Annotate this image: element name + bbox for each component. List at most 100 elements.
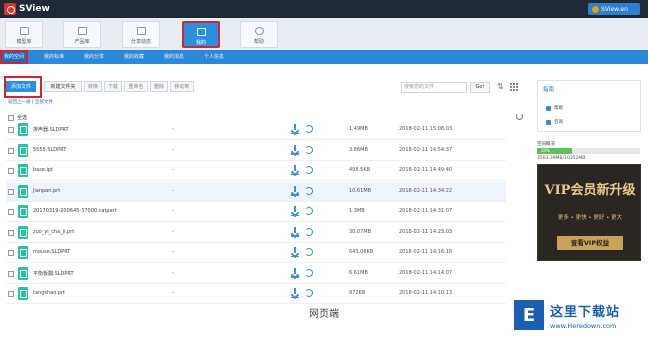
row-checkbox[interactable] bbox=[8, 188, 14, 195]
row-checkbox[interactable] bbox=[8, 127, 14, 133]
convert-icon[interactable] bbox=[305, 207, 313, 215]
row-checkbox[interactable] bbox=[8, 270, 14, 277]
file-size: 1.3MB bbox=[349, 208, 365, 214]
search-input[interactable]: 搜索您的文件 bbox=[401, 82, 467, 93]
subnav-my-messages[interactable]: 我的消息 bbox=[164, 50, 184, 64]
app-logo[interactable]: SView bbox=[4, 3, 50, 15]
tab-share-feed[interactable]: 分享动态 bbox=[122, 21, 160, 48]
convert-icon[interactable] bbox=[305, 145, 313, 154]
consult-icon bbox=[546, 119, 551, 125]
download-icon[interactable] bbox=[291, 165, 299, 175]
subnav-my-favorites[interactable]: 我的收藏 bbox=[124, 50, 144, 64]
breadcrumb-back-link[interactable]: 返回上一级 bbox=[8, 100, 31, 105]
convert-icon[interactable] bbox=[305, 125, 313, 133]
table-row[interactable]: tangshao.prt - 972KB 2018-02-11 14:10:13 bbox=[6, 284, 506, 304]
file-name[interactable]: 20170319-200645-37000.catpart bbox=[33, 208, 117, 214]
tab-mine[interactable]: 我的 bbox=[182, 21, 220, 48]
file-name[interactable]: 平衡板翻.SLDPRT bbox=[33, 270, 74, 277]
row-checkbox[interactable] bbox=[8, 229, 14, 236]
vip-banner[interactable]: VIP会员新升级 更多 • 更快 • 更好 • 更大 查看VIP权益 bbox=[537, 164, 641, 261]
file-icon bbox=[18, 143, 28, 157]
guide-item-consult[interactable]: 咨询 bbox=[546, 119, 563, 125]
download-icon[interactable] bbox=[291, 206, 299, 216]
table-row[interactable]: base.ipt - 498.5KB 2018-02-11 14:49:40 bbox=[6, 161, 506, 181]
row-checkbox[interactable] bbox=[8, 147, 14, 154]
download-icon[interactable] bbox=[291, 124, 299, 134]
table-row[interactable]: 20170319-200645-37000.catpart - 1.3MB 2018-… bbox=[6, 202, 506, 222]
user-menu-button[interactable]: SView.en bbox=[588, 3, 640, 15]
subnav-profile[interactable]: 个人信息 bbox=[204, 50, 224, 64]
avatar bbox=[592, 5, 599, 13]
table-row[interactable]: 5555.SLDPRT - 3.86MB 2018-02-11 14:54:37 bbox=[6, 141, 506, 161]
convert-icon[interactable] bbox=[305, 289, 313, 297]
download-icon[interactable] bbox=[291, 226, 299, 237]
row-checkbox[interactable] bbox=[8, 168, 14, 174]
upload-file-button[interactable]: 添加文件 bbox=[6, 81, 36, 92]
rename-button[interactable]: 重命名 bbox=[124, 81, 148, 92]
file-name[interactable]: 5555.SLDPRT bbox=[33, 147, 66, 153]
file-size: 6.61MB bbox=[349, 269, 368, 276]
row-checkbox[interactable] bbox=[8, 291, 14, 297]
file-name[interactable]: 排声器.SLDPRT bbox=[33, 126, 69, 133]
table-row[interactable]: 排声器.SLDPRT - 1.49MB 2018-02-11 15:08:03 bbox=[6, 120, 506, 140]
download-icon[interactable] bbox=[291, 267, 299, 278]
download-button[interactable]: 下载 bbox=[104, 81, 122, 92]
convert-icon[interactable] bbox=[305, 186, 313, 195]
convert-icon[interactable] bbox=[305, 227, 313, 236]
file-name[interactable]: mouse.SLDPRT bbox=[33, 249, 70, 255]
download-icon[interactable] bbox=[291, 144, 299, 155]
file-date: 2018-02-11 14:34:22 bbox=[399, 187, 453, 194]
download-icon[interactable] bbox=[291, 185, 299, 196]
breadcrumb-all-files-link[interactable]: 全部文件 bbox=[35, 100, 53, 105]
search-go-button[interactable]: Go! bbox=[470, 82, 490, 93]
delete-button[interactable]: 删除 bbox=[150, 81, 168, 92]
file-dash: - bbox=[172, 146, 174, 153]
tab-product-library[interactable]: 产品库 bbox=[63, 21, 101, 48]
download-icon[interactable] bbox=[291, 247, 299, 257]
file-name[interactable]: zuo_yi_cha_ji.prt bbox=[33, 229, 74, 235]
file-date: 2018-02-11 14:49:40 bbox=[399, 167, 453, 173]
file-name[interactable]: tangshao.prt bbox=[33, 290, 65, 296]
tab-help[interactable]: 帮助 bbox=[240, 21, 278, 48]
file-name[interactable]: jianpan.prt bbox=[33, 188, 60, 194]
row-checkbox[interactable] bbox=[8, 209, 14, 215]
help-icon bbox=[546, 105, 551, 111]
sview-logo-icon bbox=[4, 3, 16, 15]
convert-icon[interactable] bbox=[305, 166, 313, 174]
tab-model-library[interactable]: 模型库 bbox=[5, 21, 43, 48]
tab-label: 模型库 bbox=[16, 39, 32, 45]
file-name[interactable]: base.ipt bbox=[33, 167, 53, 173]
move-button[interactable]: 移动到 bbox=[170, 81, 194, 92]
file-icon bbox=[18, 246, 28, 259]
table-row[interactable]: zuo_yi_cha_ji.prt - 30.07MB 2018-02-11 14:2… bbox=[6, 223, 506, 243]
convert-icon[interactable] bbox=[305, 248, 313, 256]
file-size: 3.86MB bbox=[349, 146, 368, 153]
table-row[interactable]: jianpan.prt - 10.61MB 2018-02-11 14:34:22 bbox=[6, 181, 506, 202]
file-icon bbox=[18, 266, 28, 280]
file-size: 10.61MB bbox=[349, 187, 372, 194]
sort-icon[interactable]: ⇅ bbox=[497, 82, 505, 93]
file-date: 2018-02-11 14:54:37 bbox=[399, 146, 453, 153]
vip-view-button[interactable]: 查看VIP权益 bbox=[557, 236, 623, 250]
grid-view-icon[interactable] bbox=[510, 83, 518, 91]
guide-item-label: 帮助 bbox=[554, 106, 563, 111]
main-nav: 模型库 产品库 分享动态 我的 帮助 bbox=[0, 18, 648, 50]
subnav-my-standard[interactable]: 我的标准 bbox=[44, 50, 64, 64]
file-dash: - bbox=[172, 126, 174, 132]
table-row[interactable]: mouse.SLDPRT - 643.06KB 2018-02-11 14:16:18 bbox=[6, 243, 506, 263]
new-folder-button[interactable]: 新建文件夹 bbox=[44, 81, 82, 92]
guide-item-help[interactable]: 帮助 bbox=[546, 105, 563, 111]
refresh-icon[interactable] bbox=[516, 113, 523, 120]
subnav-my-shares[interactable]: 我的分享 bbox=[84, 50, 104, 64]
download-icon[interactable] bbox=[291, 288, 299, 298]
tab-label: 分享动态 bbox=[130, 39, 151, 45]
file-dash: - bbox=[172, 269, 174, 276]
subnav-my-space[interactable]: 我的空间 bbox=[0, 50, 29, 64]
watermark-url: www.Heredown.com bbox=[550, 321, 617, 330]
product-library-icon bbox=[77, 27, 87, 35]
capacity-fill: 34% bbox=[537, 148, 573, 154]
table-row[interactable]: 平衡板翻.SLDPRT - 6.61MB 2018-02-11 14:14:07 bbox=[6, 264, 506, 284]
convert-button[interactable]: 转换 bbox=[84, 81, 102, 92]
row-checkbox[interactable] bbox=[8, 250, 14, 256]
convert-icon[interactable] bbox=[305, 268, 313, 277]
